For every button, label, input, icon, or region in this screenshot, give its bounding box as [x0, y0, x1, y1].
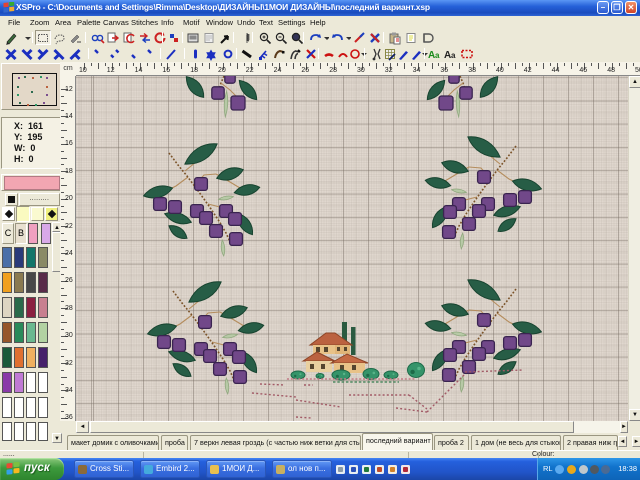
svg-text:a: a	[435, 51, 440, 60]
svg-text:a: a	[451, 51, 456, 60]
